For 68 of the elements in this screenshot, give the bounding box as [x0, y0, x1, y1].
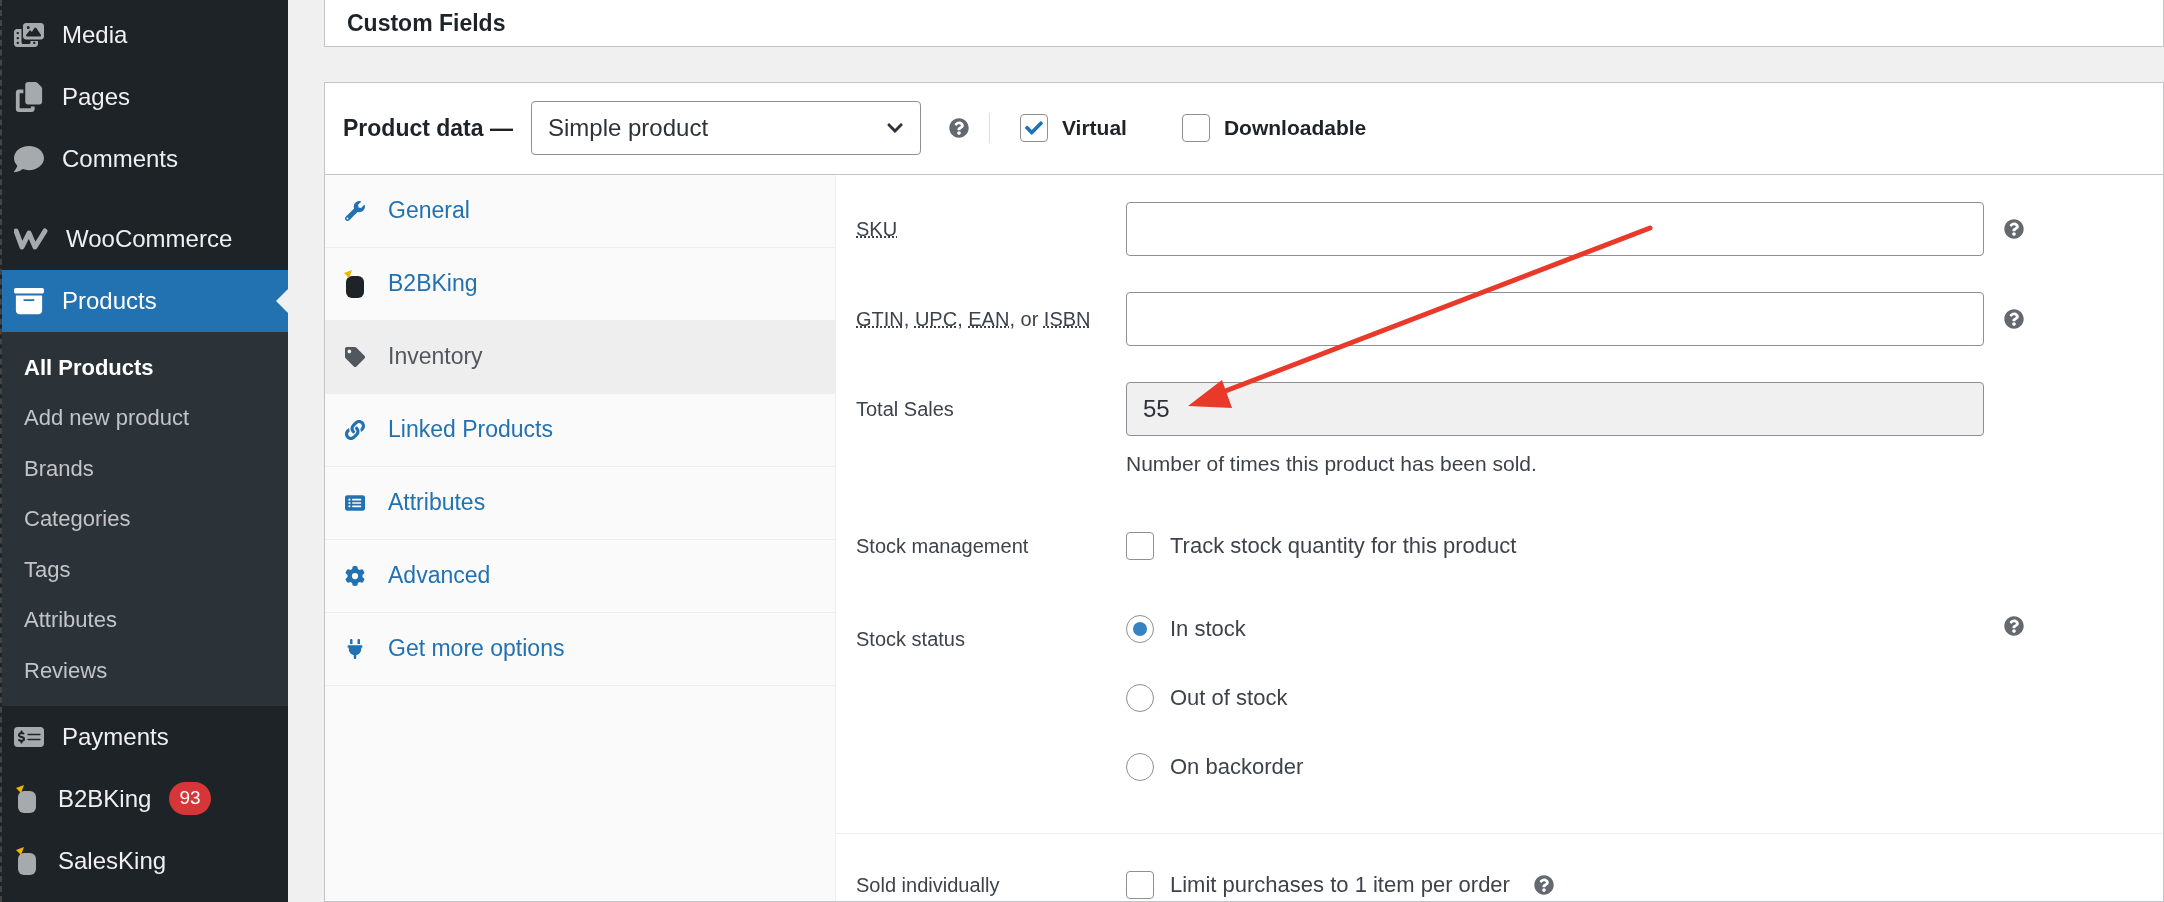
- help-icon[interactable]: [2004, 616, 2024, 636]
- field-label: Stock management: [856, 534, 1029, 557]
- menu-item[interactable]: Comments: [2, 128, 288, 190]
- submenu-item[interactable]: Brands: [2, 443, 288, 494]
- radio-label: Out of stock: [1170, 684, 1288, 712]
- menu-item[interactable]: WooCommerce: [2, 208, 288, 270]
- text-input[interactable]: [1126, 291, 1984, 346]
- help-icon[interactable]: [1533, 874, 1554, 895]
- product-data-tab[interactable]: Inventory: [325, 320, 835, 394]
- radio-label: In stock: [1170, 615, 1246, 643]
- field-label: GTIN, UPC, EAN, or ISBN: [856, 307, 1091, 330]
- product-data-tab[interactable]: B2BKing: [325, 247, 835, 321]
- menu-item[interactable]: SalesKing: [2, 829, 288, 892]
- plug-icon: [345, 638, 365, 659]
- product-data-tab[interactable]: Linked Products: [325, 393, 835, 467]
- tag-icon: [345, 346, 365, 367]
- radio-button[interactable]: [1126, 614, 1154, 643]
- menu-item[interactable]: B2BKing 93: [2, 767, 288, 830]
- media-icon: [14, 20, 44, 50]
- gear-icon: [345, 565, 365, 586]
- link-icon: [345, 419, 365, 440]
- help-icon[interactable]: [2004, 308, 2024, 329]
- submenu-item[interactable]: Tags: [2, 544, 288, 595]
- field-description: Number of times this product has been sold.: [1126, 450, 1538, 477]
- menu-item[interactable]: Payments: [2, 705, 288, 768]
- menu-item[interactable]: Media: [2, 4, 288, 66]
- comment-icon: [14, 144, 44, 174]
- product-data-tab[interactable]: Get more options: [325, 612, 835, 686]
- checkbox[interactable]: [1019, 114, 1048, 142]
- help-icon[interactable]: [948, 118, 969, 138]
- text-input[interactable]: [1126, 201, 1984, 256]
- submenu-item[interactable]: Categories: [2, 493, 288, 544]
- radio-button[interactable]: [1126, 683, 1154, 712]
- submenu-item[interactable]: Add new product: [2, 392, 288, 443]
- product-data-tab[interactable]: General: [325, 174, 835, 248]
- menu-item[interactable]: Products: [2, 270, 288, 332]
- pages-icon: [14, 82, 44, 112]
- total-sales-input[interactable]: 55: [1126, 381, 1984, 436]
- radio-label: On backorder: [1170, 753, 1304, 781]
- field-label: Stock status: [856, 628, 965, 650]
- panel-title: Custom Fields: [347, 8, 506, 38]
- checkmark-icon: [1024, 119, 1043, 137]
- field-label: Sold individually: [856, 873, 1000, 896]
- count-badge: 93: [169, 782, 211, 815]
- checkbox-label: Virtual: [1061, 115, 1127, 142]
- submenu-item[interactable]: Attributes: [2, 594, 288, 645]
- product-type-select[interactable]: Simple product: [530, 101, 921, 155]
- checkbox[interactable]: [1126, 870, 1154, 899]
- checkbox[interactable]: [1181, 114, 1210, 142]
- menu-item[interactable]: Pages: [2, 66, 288, 128]
- checkbox-label: Limit purchases to 1 item per order: [1170, 871, 1510, 899]
- woocommerce-logo-icon: [14, 228, 48, 250]
- submenu-item[interactable]: Reviews: [2, 645, 288, 696]
- help-icon[interactable]: [2004, 218, 2024, 239]
- current-page-pointer: [276, 289, 288, 313]
- field-label: SKU: [856, 217, 898, 240]
- list-icon: [345, 492, 365, 513]
- checkbox[interactable]: [1126, 531, 1154, 560]
- checkbox-label: Downloadable: [1223, 115, 1367, 142]
- wrench-icon: [345, 200, 365, 221]
- product-data-tab[interactable]: Advanced: [325, 539, 835, 613]
- archive-box-icon: [14, 286, 44, 316]
- radio-button[interactable]: [1126, 752, 1154, 781]
- checkbox-label: Track stock quantity for this product: [1170, 532, 1517, 560]
- panel-title: Product data —: [343, 113, 513, 143]
- product-data-tab[interactable]: Attributes: [325, 466, 835, 540]
- submenu-item[interactable]: All Products: [2, 342, 288, 393]
- field-label: Total Sales: [856, 397, 954, 420]
